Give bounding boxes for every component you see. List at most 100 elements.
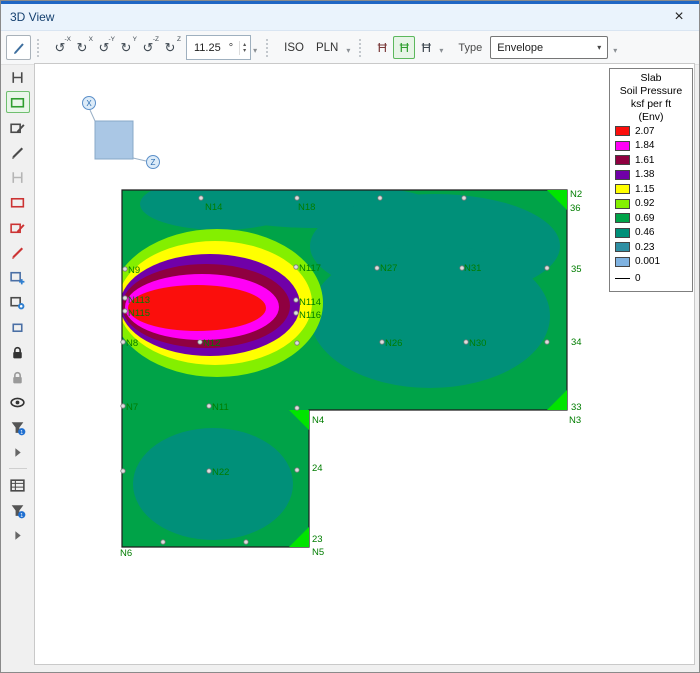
expand-more-icon[interactable] bbox=[6, 524, 30, 546]
element-settings-icon[interactable] bbox=[6, 291, 30, 313]
zero-line-swatch bbox=[615, 278, 630, 279]
node-label: 24 bbox=[312, 463, 323, 474]
node-label: N7 bbox=[126, 402, 138, 413]
svg-text:1: 1 bbox=[20, 513, 23, 519]
node-label: 35 bbox=[571, 264, 582, 275]
angle-dropdown-chevron-icon[interactable]: ▾ bbox=[253, 46, 257, 55]
node-label: N9 bbox=[128, 265, 140, 276]
z-axis-label: Z bbox=[151, 158, 156, 167]
filter-results-icon[interactable]: 1 bbox=[6, 416, 30, 438]
legend-entry: 1.84 bbox=[612, 139, 690, 154]
model-view-canvas[interactable]: N14N18N236N9N117N27N3135N113N115N114N116… bbox=[34, 63, 695, 665]
legend-entry: 0.23 bbox=[612, 240, 690, 255]
rotate-minus-z-button[interactable]: ↺-Z bbox=[137, 36, 159, 59]
select-chevron-icon: ▾ bbox=[597, 43, 601, 52]
draw-plate-icon[interactable] bbox=[6, 91, 30, 113]
rotation-angle-value: 11.25 bbox=[194, 42, 221, 54]
node-label: N5 bbox=[312, 547, 324, 558]
lock-icon[interactable] bbox=[6, 341, 30, 363]
node-label: 34 bbox=[571, 337, 582, 348]
legend-entry: 0.001 bbox=[612, 255, 690, 270]
toolbar-grip[interactable] bbox=[266, 39, 271, 57]
view-group: ISO PLN ▾ bbox=[277, 33, 353, 62]
legend-entry: 1.61 bbox=[612, 153, 690, 168]
node-label: N4 bbox=[312, 415, 324, 426]
orientation-plane bbox=[95, 121, 133, 159]
legend-title-line: (Env) bbox=[612, 111, 690, 124]
node-label: N31 bbox=[464, 263, 481, 274]
node-label: N117 bbox=[299, 263, 321, 274]
visibility-icon[interactable] bbox=[6, 391, 30, 413]
legend-title-line: Slab bbox=[612, 72, 690, 85]
node-label: N26 bbox=[385, 338, 402, 349]
type-dropdown-chevron-icon[interactable]: ▾ bbox=[613, 46, 617, 55]
rotation-angle-unit: ° bbox=[229, 42, 233, 54]
node-label: 33 bbox=[571, 402, 582, 413]
node-label: N114 bbox=[299, 297, 321, 308]
plan-view-button[interactable]: PLN bbox=[310, 40, 344, 56]
legend-title-line: ksf per ft bbox=[612, 98, 690, 111]
pencil-icon bbox=[11, 40, 27, 56]
legend-entry: 1.38 bbox=[612, 168, 690, 183]
delete-plate-icon[interactable] bbox=[6, 191, 30, 213]
toolbar: ↺-X↻X↺-Y↻Y↺-Z↻Z 11.25 ° ▴▾ ▾ ISO PLN ▾ Ħ… bbox=[1, 31, 699, 65]
member-disabled-icon[interactable] bbox=[6, 166, 30, 188]
node-label: N30 bbox=[469, 338, 486, 349]
edit-tool-button[interactable] bbox=[6, 35, 31, 60]
node-label: 23 bbox=[312, 534, 323, 545]
legend-entry: 2.07 bbox=[612, 124, 690, 139]
left-tool-sidebar: 11 bbox=[1, 63, 34, 663]
legend-title-line: Soil Pressure bbox=[612, 85, 690, 98]
legend-entry: 1.15 bbox=[612, 182, 690, 197]
type-label: Type bbox=[458, 42, 482, 54]
iso-view-button[interactable]: ISO bbox=[278, 40, 310, 56]
sidebar-separator bbox=[9, 468, 27, 469]
delete-pencil-icon[interactable] bbox=[6, 241, 30, 263]
rotate-plus-z-button[interactable]: ↻Z bbox=[159, 36, 181, 59]
legend-entry: 0.69 bbox=[612, 211, 690, 226]
node-label: N27 bbox=[380, 263, 397, 274]
angle-group: 11.25 ° ▴▾ ▾ bbox=[185, 33, 260, 62]
expand-tools-icon[interactable] bbox=[6, 441, 30, 463]
legend-zero-value: 0 bbox=[635, 273, 641, 284]
node-label: N6 bbox=[120, 548, 132, 559]
node-label: N2 bbox=[570, 189, 582, 200]
result-type-select[interactable]: Envelope ▾ bbox=[490, 36, 608, 59]
svg-text:1: 1 bbox=[20, 430, 23, 436]
node-label: N11 bbox=[212, 402, 229, 413]
small-box-icon[interactable] bbox=[6, 316, 30, 338]
x-axis-label: X bbox=[86, 99, 92, 108]
draw-pencil-icon[interactable] bbox=[6, 141, 30, 163]
render-outline-button[interactable]: Ħ bbox=[415, 36, 437, 59]
rotation-angle-spinner[interactable]: 11.25 ° ▴▾ bbox=[186, 35, 251, 60]
render-full-button[interactable]: Ħ bbox=[393, 36, 415, 59]
view-dropdown-chevron-icon[interactable]: ▾ bbox=[346, 46, 350, 55]
toolbar-grip[interactable] bbox=[359, 39, 364, 57]
filter-view-icon[interactable]: 1 bbox=[6, 499, 30, 521]
modify-plate-icon[interactable] bbox=[6, 116, 30, 138]
close-icon[interactable]: × bbox=[668, 9, 690, 25]
spinner-arrows[interactable]: ▴▾ bbox=[239, 41, 247, 55]
draw-member-icon[interactable] bbox=[6, 66, 30, 88]
axes-orientation-widget: X Z bbox=[75, 90, 167, 176]
node-label: N12 bbox=[203, 338, 220, 349]
node-label: N115 bbox=[128, 308, 150, 319]
erase-plate-icon[interactable] bbox=[6, 216, 30, 238]
node-label: N8 bbox=[126, 338, 138, 349]
rotate-plus-x-button[interactable]: ↻X bbox=[71, 36, 93, 59]
titlebar: 3D View × bbox=[1, 4, 699, 31]
render-wireframe-button[interactable]: Ħ bbox=[371, 36, 393, 59]
window-title: 3D View bbox=[10, 10, 54, 24]
result-type-value: Envelope bbox=[497, 42, 543, 54]
rotate-plus-y-button[interactable]: ↻Y bbox=[115, 36, 137, 59]
rotate-minus-x-button[interactable]: ↺-X bbox=[49, 36, 71, 59]
spreadsheet-icon[interactable] bbox=[6, 474, 30, 496]
unlock-icon[interactable] bbox=[6, 366, 30, 388]
rotate-group: ↺-X↻X↺-Y↻Y↺-Z↻Z bbox=[48, 33, 182, 62]
toolbar-grip[interactable] bbox=[37, 39, 42, 57]
node-label: N116 bbox=[299, 310, 321, 321]
node-label: N22 bbox=[212, 467, 229, 478]
render-dropdown-chevron-icon[interactable]: ▾ bbox=[439, 46, 443, 55]
rotate-minus-y-button[interactable]: ↺-Y bbox=[93, 36, 115, 59]
copy-element-icon[interactable] bbox=[6, 266, 30, 288]
